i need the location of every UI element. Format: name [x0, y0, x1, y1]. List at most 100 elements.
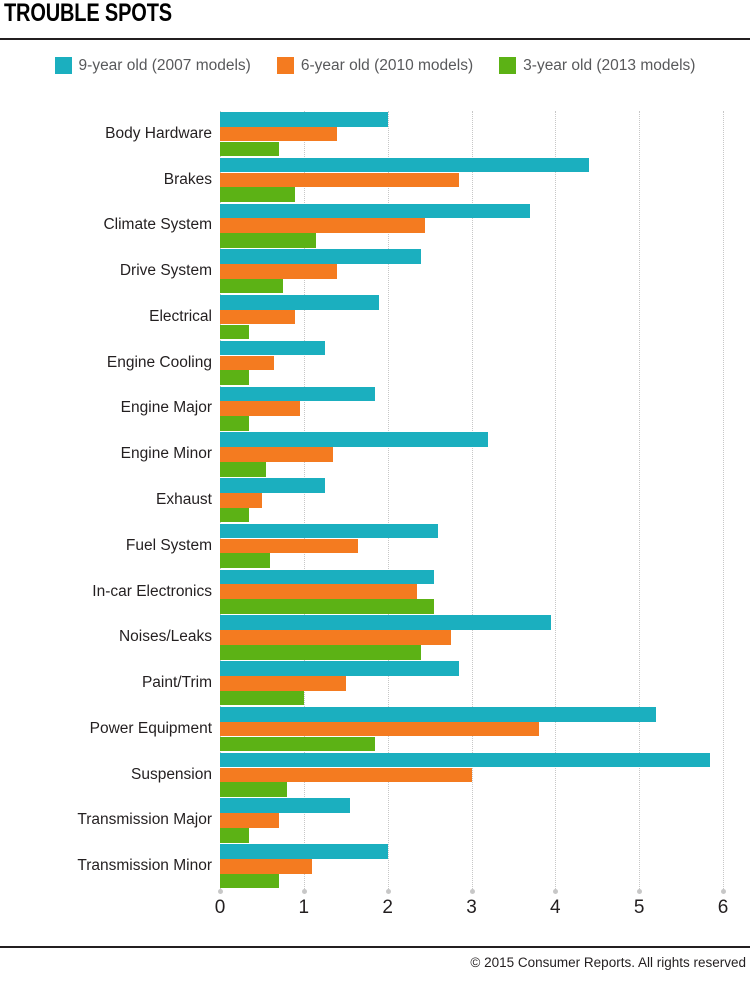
- bar[interactable]: [220, 767, 472, 783]
- category-label: Transmission Minor: [77, 857, 212, 875]
- bar[interactable]: [220, 112, 388, 127]
- bar-group: [220, 843, 723, 889]
- bar-group: [220, 340, 723, 386]
- bar-group: [220, 157, 723, 203]
- category-label: Engine Major: [120, 399, 212, 417]
- bar[interactable]: [220, 386, 376, 402]
- legend-item-label: 9-year old (2007 models): [78, 57, 251, 74]
- category-label: Drive System: [119, 262, 212, 280]
- legend-item[interactable]: 9-year old (2007 models): [54, 57, 251, 74]
- category-label: Transmission Major: [77, 811, 212, 829]
- bar[interactable]: [220, 553, 271, 569]
- x-tick-label: 4: [550, 897, 561, 918]
- bar-group: [220, 706, 723, 752]
- footer-divider: [0, 946, 750, 948]
- bar[interactable]: [220, 798, 350, 814]
- bar[interactable]: [220, 538, 359, 554]
- legend-item-label: 3-year old (2013 models): [523, 57, 696, 74]
- bar-group: [220, 111, 723, 157]
- x-tick-label: 3: [466, 897, 477, 918]
- chart-legend: 9-year old (2007 models) 6-year old (2010…: [0, 57, 750, 74]
- bar[interactable]: [220, 218, 426, 233]
- bar[interactable]: [220, 615, 552, 630]
- category-axis-labels: Body Hardware Brakes Climate System Drive S…: [0, 111, 212, 889]
- bar[interactable]: [220, 172, 459, 188]
- legend-swatch-orange: [276, 57, 294, 74]
- bar-group: [220, 477, 723, 523]
- x-tick-label: 1: [298, 897, 310, 918]
- category-label: Noises/Leaks: [118, 628, 212, 646]
- bar[interactable]: [220, 264, 338, 279]
- category-label: Climate System: [103, 216, 212, 234]
- bar[interactable]: [220, 752, 711, 768]
- bar[interactable]: [220, 782, 288, 797]
- bar[interactable]: [220, 126, 338, 142]
- bar[interactable]: [220, 873, 279, 889]
- x-tick-dot: [469, 889, 475, 894]
- bar[interactable]: [220, 675, 346, 691]
- bar[interactable]: [220, 721, 539, 737]
- bar[interactable]: [220, 828, 250, 843]
- bar[interactable]: [220, 736, 376, 752]
- legend-swatch-teal: [54, 57, 72, 74]
- x-tick-label: 2: [382, 897, 393, 918]
- copyright-notice: © 2015 Consumer Reports. All rights rese…: [470, 955, 746, 970]
- bar[interactable]: [220, 432, 489, 447]
- bar-group: [220, 660, 723, 706]
- category-label: Engine Minor: [120, 445, 212, 463]
- bar[interactable]: [220, 187, 296, 202]
- page-title: TROUBLE SPOTS: [4, 0, 172, 27]
- legend-swatch-green: [499, 57, 517, 74]
- bar-group: [220, 431, 723, 477]
- bar[interactable]: [220, 249, 422, 264]
- bar[interactable]: [220, 295, 380, 310]
- bar[interactable]: [220, 416, 250, 431]
- bar[interactable]: [220, 706, 656, 722]
- bar[interactable]: [220, 157, 589, 173]
- bar[interactable]: [220, 478, 325, 493]
- bar-group: [220, 248, 723, 294]
- bar[interactable]: [220, 309, 296, 325]
- bar[interactable]: [220, 645, 422, 660]
- bar-groups: [220, 111, 723, 889]
- legend-item[interactable]: 6-year old (2010 models): [276, 57, 473, 74]
- bar[interactable]: [220, 355, 275, 371]
- bar[interactable]: [220, 584, 417, 600]
- category-label: Exhaust: [155, 491, 212, 508]
- bar[interactable]: [220, 507, 250, 523]
- bar[interactable]: [220, 401, 300, 416]
- bar[interactable]: [220, 859, 313, 874]
- bar[interactable]: [220, 203, 531, 219]
- bar[interactable]: [220, 370, 250, 385]
- bar[interactable]: [220, 661, 459, 676]
- bar[interactable]: [220, 690, 304, 706]
- category-label: Power Equipment: [89, 719, 212, 737]
- legend-item[interactable]: 3-year old (2013 models): [499, 57, 695, 74]
- bar[interactable]: [220, 630, 451, 645]
- gridline: [723, 111, 724, 889]
- bar[interactable]: [220, 813, 279, 828]
- category-label: Fuel System: [125, 536, 212, 554]
- category-label: Suspension: [130, 765, 212, 783]
- bar[interactable]: [220, 340, 325, 356]
- chart-page: TROUBLE SPOTS 9-year old (2007 models) 6-…: [0, 0, 750, 996]
- bar[interactable]: [220, 324, 250, 340]
- bar[interactable]: [220, 599, 434, 614]
- bar[interactable]: [220, 492, 262, 508]
- bar[interactable]: [220, 447, 334, 462]
- bar[interactable]: [220, 141, 279, 157]
- bar-group: [220, 569, 723, 615]
- bar[interactable]: [220, 278, 283, 294]
- category-label: Paint/Trim: [141, 674, 212, 692]
- bar[interactable]: [220, 523, 438, 539]
- category-label: Body Hardware: [105, 124, 212, 142]
- bar[interactable]: [220, 233, 317, 248]
- x-tick-dot: [301, 889, 307, 894]
- bar-group: [220, 797, 723, 843]
- bar-group: [220, 523, 723, 569]
- bar[interactable]: [220, 569, 434, 585]
- x-tick-dot: [553, 889, 559, 894]
- bar[interactable]: [220, 461, 267, 477]
- bar-group: [220, 386, 723, 432]
- bar[interactable]: [220, 844, 388, 859]
